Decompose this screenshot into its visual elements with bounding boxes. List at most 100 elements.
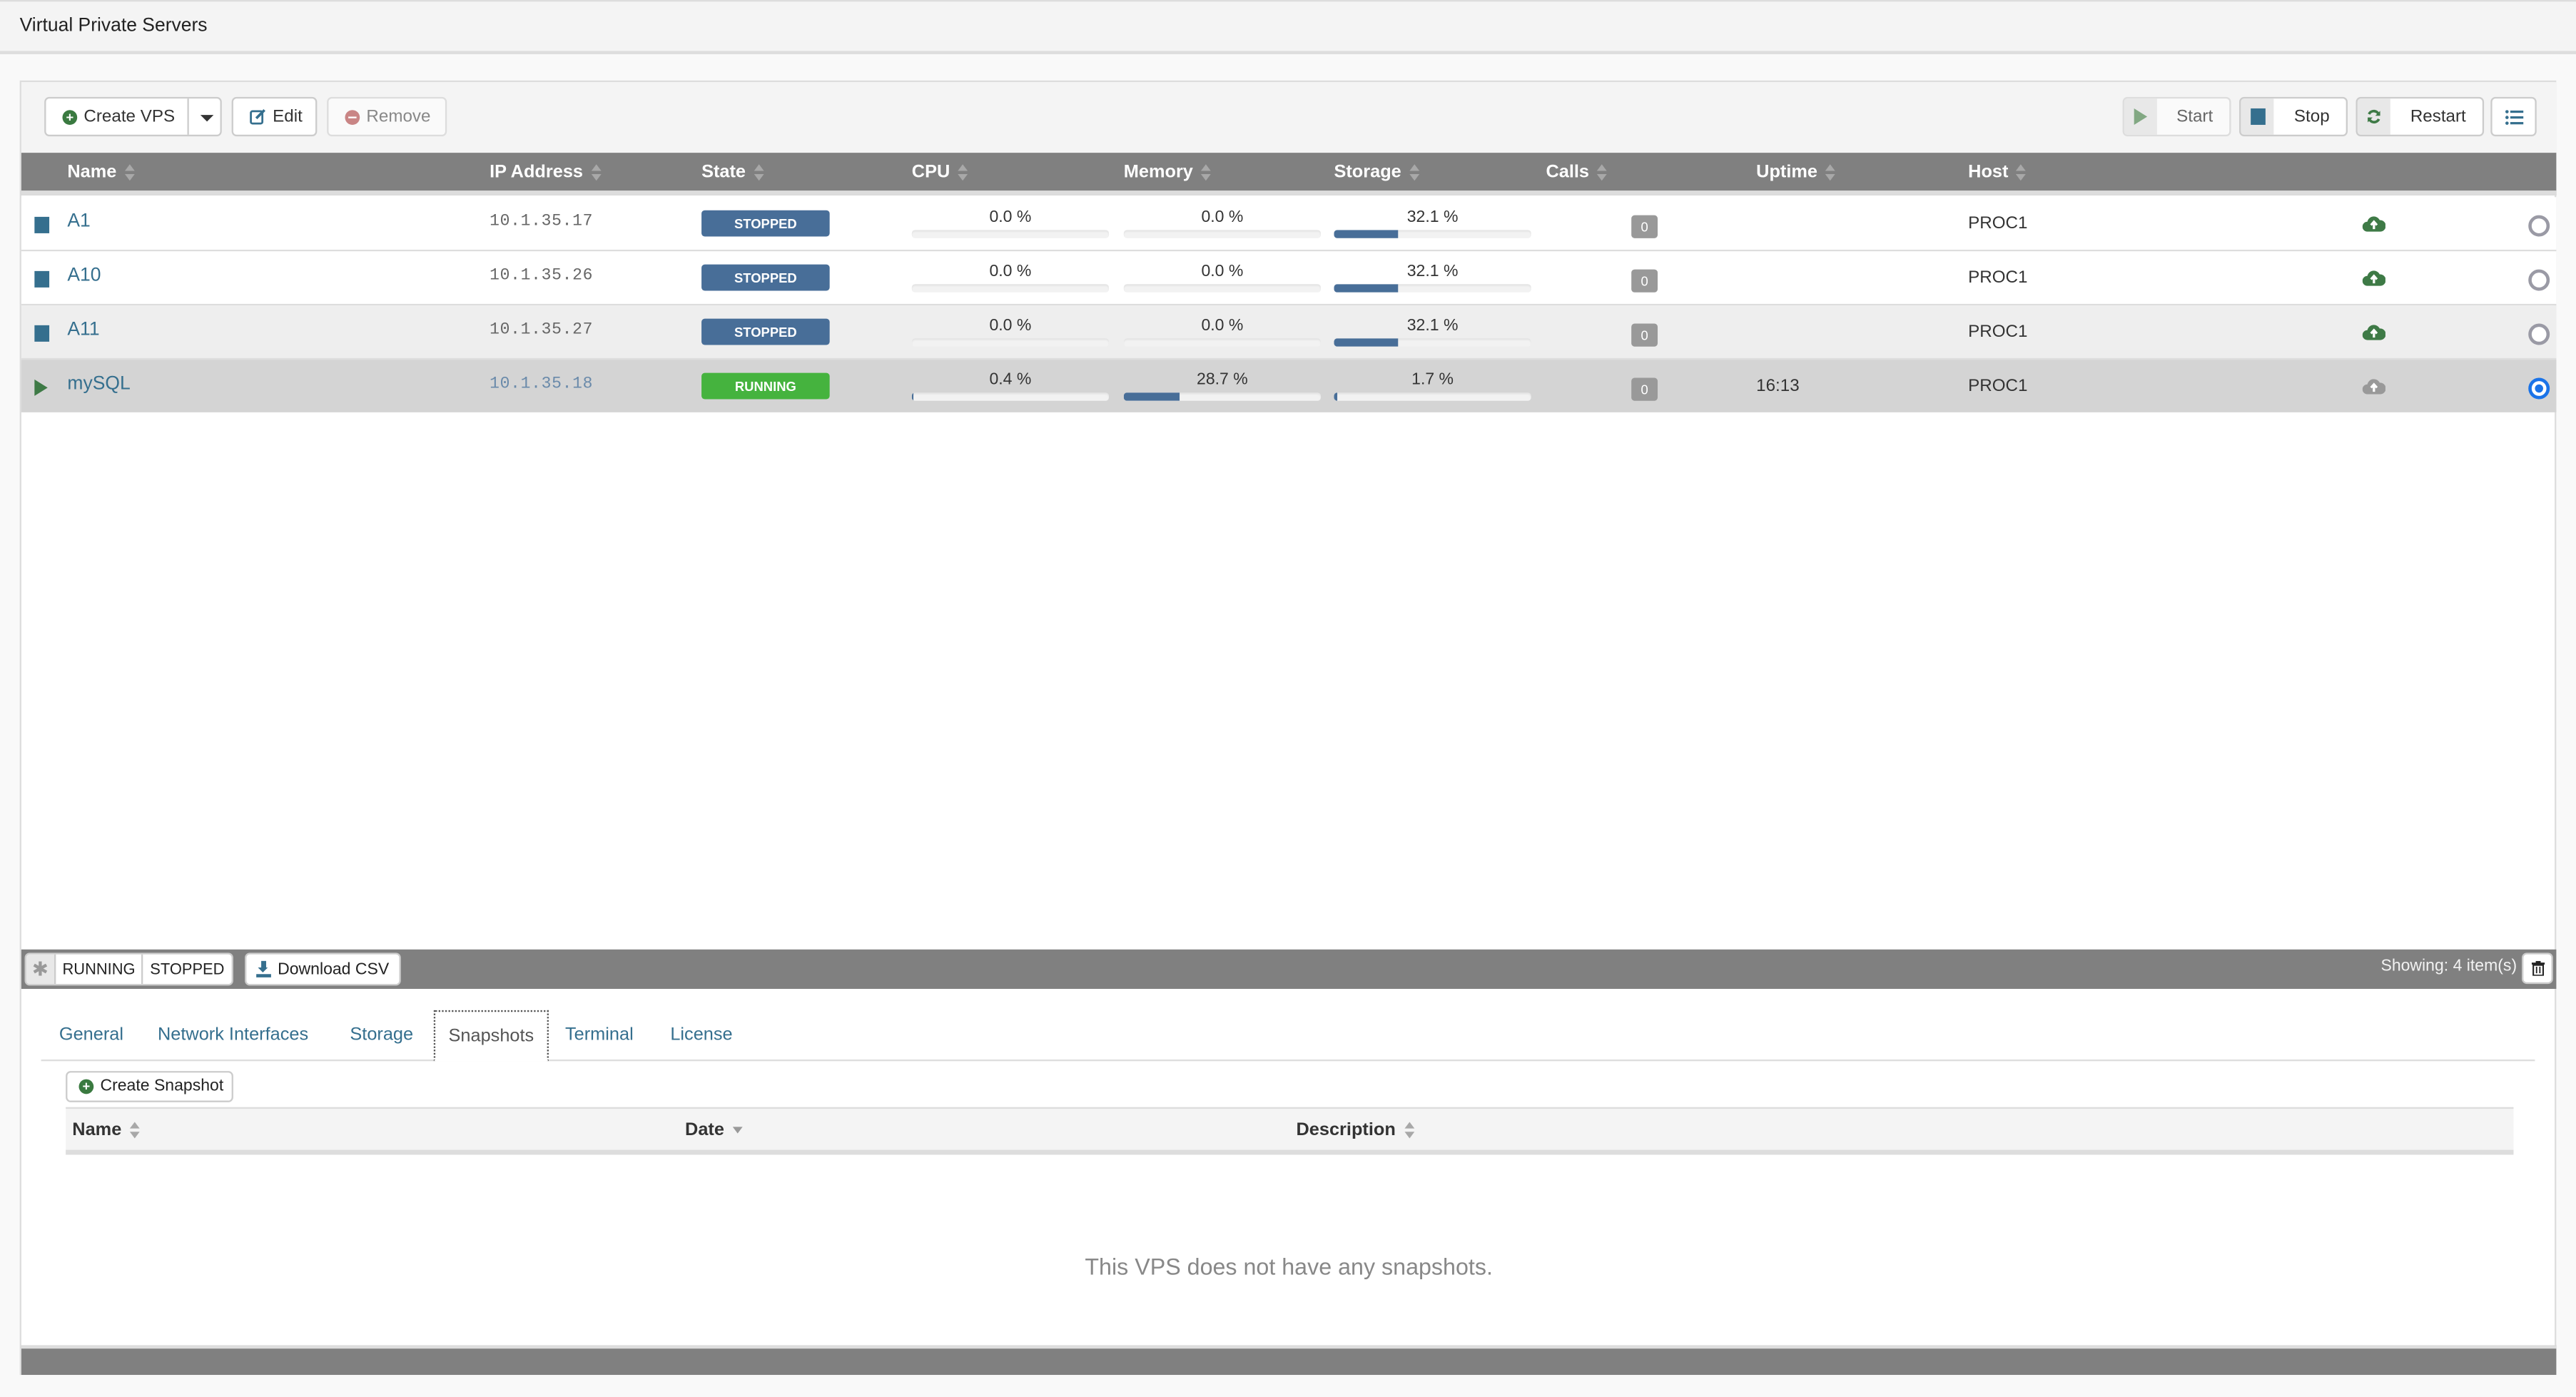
table-header: Name IP Address State CPU Memory Storage… [21, 153, 2557, 195]
table-row[interactable]: A11 10.1.35.27 STOPPED 0.0 % 0.0 % 32.1 % 0 PRO… [21, 305, 2557, 360]
remove-button[interactable]: Remove [327, 96, 447, 137]
filter-stopped-button[interactable]: STOPPED [143, 955, 231, 984]
cpu-bar [911, 392, 1110, 401]
sort-icon [1825, 164, 1836, 181]
vps-name-link[interactable]: A10 [67, 266, 101, 286]
create-vps-button[interactable]: + Create VPS [44, 96, 222, 137]
column-list-button[interactable] [2490, 96, 2537, 137]
calls-badge: 0 [1631, 269, 1658, 293]
sort-icon [754, 164, 764, 181]
storage-bar [1334, 392, 1531, 401]
cloud-upload-icon[interactable] [2362, 213, 2385, 233]
row-select-radio[interactable] [2528, 323, 2550, 345]
tab-snapshots[interactable]: Snapshots [433, 1010, 549, 1062]
memory-percent: 0.0 % [1201, 317, 1244, 335]
stop-button[interactable]: Stop [2239, 96, 2348, 137]
memory-bar [1123, 230, 1322, 238]
cloud-upload-icon[interactable] [2362, 376, 2385, 396]
ip-address: 10.1.35.26 [490, 268, 594, 286]
calls-badge: 0 [1631, 323, 1658, 347]
ip-address: 10.1.35.17 [490, 213, 594, 232]
column-header-calls[interactable]: Calls [1546, 163, 1608, 183]
state-badge: STOPPED [701, 318, 830, 345]
tab-terminal[interactable]: Terminal [565, 1025, 634, 1045]
table-row[interactable]: A1 10.1.35.17 STOPPED 0.0 % 0.0 % 32.1 % 0 PROC… [21, 197, 2557, 252]
cpu-meter: 0.0 % [911, 317, 1110, 347]
column-header-memory[interactable]: Memory [1124, 163, 1212, 183]
cpu-meter: 0.4 % [911, 371, 1110, 401]
ip-address: 10.1.35.27 [490, 322, 594, 340]
vps-name-link[interactable]: A11 [67, 320, 99, 340]
snapshot-table-header: Name Date Description [66, 1107, 2514, 1155]
plus-circle-icon: + [62, 109, 78, 124]
state-badge: RUNNING [701, 372, 830, 400]
column-header-uptime[interactable]: Uptime [1756, 163, 1836, 183]
trash-button[interactable] [2522, 952, 2553, 985]
sort-icon [129, 1122, 140, 1139]
column-header-host[interactable]: Host [1968, 163, 2027, 183]
caret-down-icon[interactable] [200, 115, 214, 122]
sort-icon [591, 164, 602, 181]
minus-circle-icon [345, 109, 360, 124]
tab-general[interactable]: General [59, 1025, 123, 1045]
row-select-radio[interactable] [2528, 215, 2550, 237]
filter-running-button[interactable]: RUNNING [56, 954, 144, 985]
memory-bar [1123, 338, 1322, 347]
storage-bar-fill [1334, 338, 1398, 347]
cpu-percent: 0.0 % [989, 208, 1032, 227]
cpu-percent: 0.4 % [989, 371, 1032, 390]
storage-meter: 32.1 % [1334, 317, 1531, 347]
memory-percent: 28.7 % [1197, 371, 1248, 390]
plus-circle-icon: + [78, 1079, 94, 1094]
sort-icon [2016, 164, 2027, 181]
tab-network-interfaces[interactable]: Network Interfaces [158, 1025, 308, 1045]
create-snapshot-button[interactable]: + Create Snapshot [66, 1071, 234, 1102]
column-header-state[interactable]: State [701, 163, 764, 183]
storage-percent: 32.1 % [1406, 263, 1459, 281]
vps-name-link[interactable]: A1 [67, 212, 90, 232]
storage-percent: 32.1 % [1406, 208, 1459, 227]
cpu-bar [911, 338, 1110, 347]
memory-percent: 0.0 % [1201, 263, 1244, 281]
sort-icon [124, 164, 135, 181]
storage-bar [1334, 230, 1531, 238]
column-header-storage[interactable]: Storage [1334, 163, 1420, 183]
row-select-radio[interactable] [2528, 269, 2550, 291]
column-header-name[interactable]: Name [67, 163, 135, 183]
storage-bar-fill [1334, 230, 1398, 238]
tab-license[interactable]: License [670, 1025, 732, 1045]
row-select-radio[interactable] [2528, 377, 2550, 400]
table-row[interactable]: A10 10.1.35.26 STOPPED 0.0 % 0.0 % 32.1 % 0 PRO… [21, 251, 2557, 306]
storage-bar [1334, 284, 1531, 293]
memory-meter: 0.0 % [1123, 208, 1322, 238]
snapshot-column-name[interactable]: Name [72, 1120, 140, 1140]
stopped-icon [34, 216, 50, 233]
tab-storage[interactable]: Storage [350, 1025, 413, 1045]
memory-meter: 0.0 % [1123, 263, 1322, 293]
empty-snapshots-message: This VPS does not have any snapshots. [1085, 1253, 1493, 1280]
vps-name-link[interactable]: mySQL [67, 375, 130, 395]
column-header-cpu[interactable]: CPU [912, 163, 968, 183]
state-badge: STOPPED [701, 210, 830, 237]
vps-panel: + Create VPS Edit Remove Start Stop Rest… [19, 80, 2557, 1376]
edit-button[interactable]: Edit [231, 96, 318, 137]
memory-meter: 28.7 % [1123, 371, 1322, 401]
storage-meter: 1.7 % [1334, 371, 1531, 401]
restart-button[interactable]: Restart [2356, 96, 2485, 137]
table-row[interactable]: mySQL 10.1.35.18 RUNNING 0.4 % 28.7 % 1.7 % 0 1… [21, 360, 2557, 412]
column-header-ip[interactable]: IP Address [490, 163, 602, 183]
cloud-upload-icon[interactable] [2362, 322, 2385, 342]
download-csv-button[interactable]: Download CSV [245, 952, 401, 986]
memory-bar-fill [1123, 392, 1181, 401]
sort-icon [958, 164, 968, 181]
cloud-upload-icon[interactable] [2362, 268, 2385, 288]
snapshot-column-date[interactable]: Date [685, 1120, 743, 1140]
detail-footer-bar [21, 1345, 2557, 1376]
download-icon [256, 960, 271, 977]
snapshot-column-description[interactable]: Description [1297, 1120, 1414, 1140]
trash-icon [2530, 960, 2545, 976]
sort-icon [1201, 164, 1212, 181]
start-button[interactable]: Start [2122, 96, 2231, 137]
filter-all-button[interactable]: ✱ [26, 954, 56, 985]
calls-badge: 0 [1631, 215, 1658, 238]
